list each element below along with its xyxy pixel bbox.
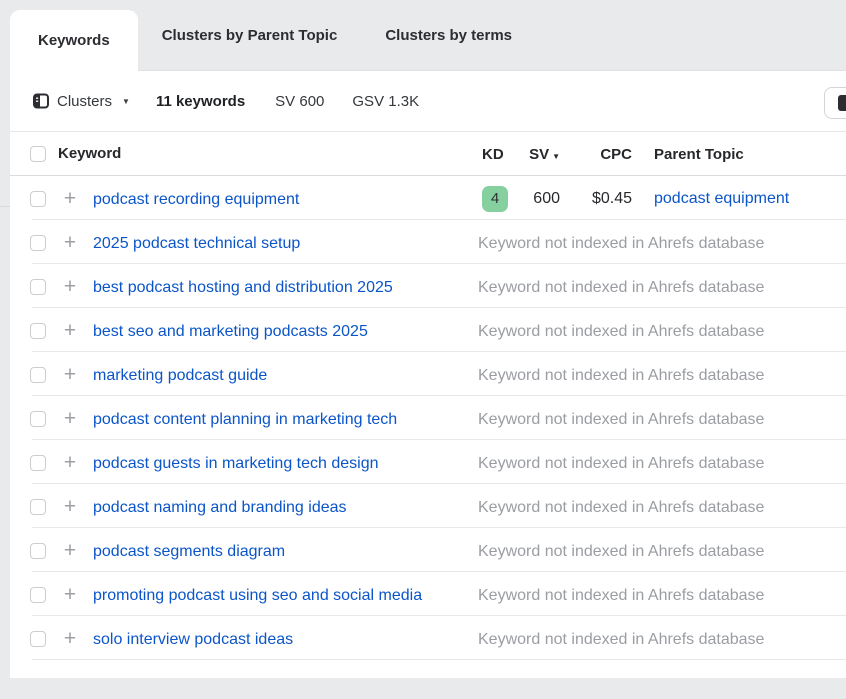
toolbar: Clusters ▼ 11 keywords SV 600 GSV 1.3K xyxy=(10,71,846,132)
panel-toggle-icon xyxy=(837,95,846,111)
row-checkbox[interactable] xyxy=(30,279,46,295)
add-keyword-icon[interactable]: + xyxy=(62,320,78,342)
add-keyword-icon[interactable]: + xyxy=(62,232,78,254)
clusters-view-icon xyxy=(33,93,49,109)
tab-bar: Keywords Clusters by Parent Topic Cluste… xyxy=(0,0,846,71)
table-row: + promoting podcast using seo and social … xyxy=(10,572,846,616)
table-row: + solo interview podcast ideas Keyword not… xyxy=(10,616,846,660)
row-checkbox[interactable] xyxy=(30,411,46,427)
not-indexed-message: Keyword not indexed in Ahrefs database xyxy=(478,585,764,607)
row-checkbox[interactable] xyxy=(30,587,46,603)
keyword-link[interactable]: podcast guests in marketing tech design xyxy=(93,453,443,475)
sort-desc-icon: ▼ xyxy=(552,152,560,161)
keyword-link[interactable]: promoting podcast using seo and social m… xyxy=(93,585,443,607)
tab-clusters-by-parent-topic[interactable]: Clusters by Parent Topic xyxy=(138,0,362,71)
row-checkbox[interactable] xyxy=(30,367,46,383)
sv-cell: 600 xyxy=(524,190,560,208)
table-row: + marketing podcast guide Keyword not inde… xyxy=(10,352,846,396)
row-checkbox[interactable] xyxy=(30,191,46,207)
not-indexed-message: Keyword not indexed in Ahrefs database xyxy=(478,541,764,563)
row-checkbox[interactable] xyxy=(30,543,46,559)
chevron-down-icon: ▼ xyxy=(122,97,130,106)
keyword-link[interactable]: podcast recording equipment xyxy=(93,189,443,211)
add-keyword-icon[interactable]: + xyxy=(62,276,78,298)
keyword-link[interactable]: solo interview podcast ideas xyxy=(93,629,443,651)
not-indexed-message: Keyword not indexed in Ahrefs database xyxy=(478,365,764,387)
row-checkbox[interactable] xyxy=(30,499,46,515)
add-keyword-icon[interactable]: + xyxy=(62,496,78,518)
not-indexed-message: Keyword not indexed in Ahrefs database xyxy=(478,629,764,651)
add-keyword-icon[interactable]: + xyxy=(62,584,78,606)
row-checkbox[interactable] xyxy=(30,631,46,647)
keyword-link[interactable]: podcast content planning in marketing te… xyxy=(93,409,443,431)
add-keyword-icon[interactable]: + xyxy=(62,540,78,562)
gsv-total: GSV 1.3K xyxy=(352,93,419,110)
keyword-rows: + podcast recording equipment 4 600$0.45 pod… xyxy=(10,176,846,660)
table-row: + podcast guests in marketing tech design… xyxy=(10,440,846,484)
sv-total: SV 600 xyxy=(275,93,324,110)
keyword-link[interactable]: podcast naming and branding ideas xyxy=(93,497,443,519)
not-indexed-message: Keyword not indexed in Ahrefs database xyxy=(478,453,764,475)
parent-topic-link[interactable]: podcast equipment xyxy=(654,190,789,208)
keyword-link[interactable]: 2025 podcast technical setup xyxy=(93,233,443,255)
table-row: + podcast naming and branding ideas Keywor… xyxy=(10,484,846,528)
keywords-panel: Clusters ▼ 11 keywords SV 600 GSV 1.3K K… xyxy=(10,70,846,678)
clusters-view-label: Clusters xyxy=(57,93,112,110)
table-header: Keyword KD SV▼ CPC Parent Topic xyxy=(10,132,846,176)
keyword-link[interactable]: best podcast hosting and distribution 20… xyxy=(93,277,443,299)
row-checkbox[interactable] xyxy=(30,455,46,471)
add-keyword-icon[interactable]: + xyxy=(62,408,78,430)
not-indexed-message: Keyword not indexed in Ahrefs database xyxy=(478,321,764,343)
table-row: + podcast recording equipment 4 600$0.45 pod… xyxy=(10,176,846,220)
column-header-sv[interactable]: SV▼ xyxy=(524,146,560,163)
row-checkbox[interactable] xyxy=(30,323,46,339)
not-indexed-message: Keyword not indexed in Ahrefs database xyxy=(478,409,764,431)
row-metrics: 4 600$0.45 podcast equipment xyxy=(478,185,789,213)
keyword-link[interactable]: best seo and marketing podcasts 2025 xyxy=(93,321,443,343)
row-checkbox[interactable] xyxy=(30,235,46,251)
kd-cell: 4 xyxy=(478,186,524,212)
not-indexed-message: Keyword not indexed in Ahrefs database xyxy=(478,277,764,299)
keyword-link[interactable]: podcast segments diagram xyxy=(93,541,443,563)
add-keyword-icon[interactable]: + xyxy=(62,452,78,474)
keyword-count: 11 keywords xyxy=(156,93,245,110)
tab-clusters-by-terms[interactable]: Clusters by terms xyxy=(361,0,536,71)
select-all-checkbox[interactable] xyxy=(30,146,46,162)
keyword-link[interactable]: marketing podcast guide xyxy=(93,365,443,387)
column-header-parent-topic[interactable]: Parent Topic xyxy=(654,146,744,163)
column-header-cpc[interactable]: CPC xyxy=(560,146,632,163)
table-row: + podcast content planning in marketing t… xyxy=(10,396,846,440)
panel-toggle-button[interactable] xyxy=(824,87,846,119)
background-panel-divider xyxy=(0,206,10,207)
not-indexed-message: Keyword not indexed in Ahrefs database xyxy=(478,497,764,519)
table-row: +2025 podcast technical setup Keyword not… xyxy=(10,220,846,264)
not-indexed-message: Keyword not indexed in Ahrefs database xyxy=(478,233,764,255)
tab-clusters-by-terms-label: Clusters by terms xyxy=(385,27,512,44)
column-header-keyword: Keyword xyxy=(58,145,121,162)
tab-keywords[interactable]: Keywords xyxy=(10,10,138,71)
table-row: + best podcast hosting and distribution 2… xyxy=(10,264,846,308)
tab-clusters-by-parent-topic-label: Clusters by Parent Topic xyxy=(162,27,338,44)
add-keyword-icon[interactable]: + xyxy=(62,364,78,386)
column-header-kd[interactable]: KD xyxy=(478,146,524,163)
cpc-cell: $0.45 xyxy=(560,190,632,208)
table-row: + best seo and marketing podcasts 2025 Key… xyxy=(10,308,846,352)
table-row: + podcast segments diagram Keyword not ind… xyxy=(10,528,846,572)
kd-badge: 4 xyxy=(482,186,508,212)
clusters-view-dropdown[interactable]: Clusters ▼ xyxy=(33,93,130,110)
tab-keywords-label: Keywords xyxy=(38,32,110,49)
add-keyword-icon[interactable]: + xyxy=(62,628,78,650)
add-keyword-icon[interactable]: + xyxy=(62,188,78,210)
